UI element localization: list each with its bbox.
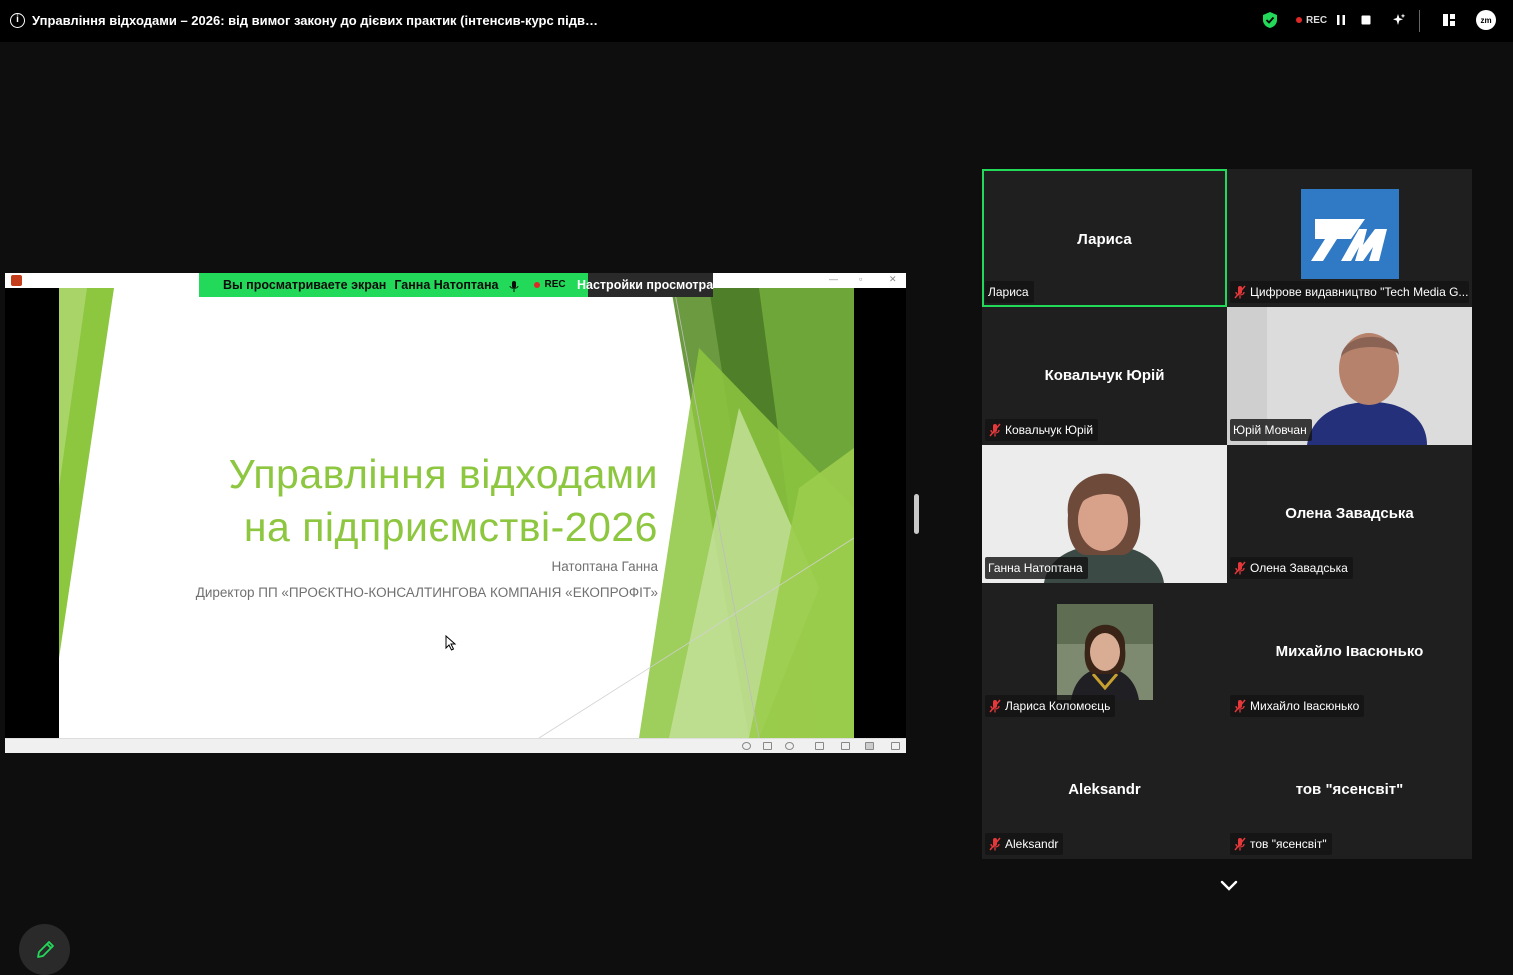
participant-name-label: Лариса Коломоєць: [985, 695, 1116, 717]
participant-name-label: тов "ясенсвіт": [1230, 833, 1332, 855]
viewing-screen-banner: Вы просматриваете экран Ганна Натоптана …: [199, 273, 713, 297]
participant-name-label: Ковальчук Юрій: [985, 419, 1099, 441]
participant-big-name: Михайло Івасюнько: [1275, 643, 1424, 660]
participant-name-label: Олена Завадська: [1230, 557, 1353, 579]
slide-author: Натоптана Ганна: [551, 559, 658, 574]
close-icon: ✕: [889, 274, 897, 284]
mic-muted-icon: [989, 837, 1001, 851]
presenter-name: Ганна Натоптана: [394, 278, 499, 292]
powerpoint-icon: [11, 275, 22, 286]
info-icon[interactable]: i: [10, 13, 25, 28]
minimize-icon: —: [829, 274, 838, 284]
slide-author-position: Директор ПП «ПРОЄКТНО-КОНСАЛТИНГОВА КОМП…: [195, 585, 658, 600]
banner-rec-label: REC: [544, 279, 566, 290]
shared-screen[interactable]: — ▫ ✕ Управління відходами на підприємст…: [5, 273, 906, 753]
participant-tile[interactable]: Ковальчук Юрій Ковальчук Юрій: [982, 307, 1227, 445]
viewing-screen-text: Вы просматриваете экран: [223, 278, 387, 292]
mic-muted-icon: [1234, 699, 1246, 713]
participant-tile[interactable]: Михайло Івасюнько Михайло Івасюнько: [1227, 583, 1472, 721]
participant-tile[interactable]: Цифрове видавництво "Tech Media G...: [1227, 169, 1472, 307]
participant-big-name: тов "ясенсвіт": [1295, 781, 1404, 798]
presenter-view-icon[interactable]: [891, 742, 900, 750]
participant-name: Aleksandr: [1005, 837, 1059, 851]
viewing-screen-info: Вы просматриваете экран Ганна Натоптана …: [199, 273, 588, 297]
toolbar-divider: [1419, 10, 1420, 32]
slide-title-line-2: на підприємстві-2026: [243, 504, 658, 550]
participant-big-name: Лариса: [1077, 231, 1132, 248]
participant-name-label: Лариса: [985, 281, 1034, 303]
reading-view-icon[interactable]: [865, 742, 874, 750]
powerpoint-statusbar: [5, 738, 906, 753]
sparkle-icon[interactable]: [1392, 10, 1406, 30]
participant-tile[interactable]: Ганна Натоптана: [982, 445, 1227, 583]
participant-name-label: Aleksandr: [985, 833, 1064, 855]
participant-avatar: [1057, 604, 1153, 700]
slide-title: Управління відходами на підприємстві-202…: [98, 448, 658, 554]
panel-resize-handle[interactable]: [914, 494, 919, 534]
participant-tile[interactable]: Юрій Мовчан: [1227, 307, 1472, 445]
accessibility-icon[interactable]: [742, 742, 751, 750]
annotate-button[interactable]: [19, 924, 70, 975]
participant-tile[interactable]: Лариса Коломоєць: [982, 583, 1227, 721]
participant-name: Лариса Коломоєць: [1005, 699, 1111, 713]
slideshow-icon[interactable]: [785, 742, 794, 750]
participant-name: Олена Завадська: [1250, 561, 1348, 575]
mic-icon: [509, 281, 519, 292]
pause-icon[interactable]: [1335, 10, 1347, 30]
participant-name-label: Юрій Мовчан: [1230, 419, 1312, 441]
participant-big-name: Aleksandr: [1068, 781, 1141, 798]
stop-icon[interactable]: [1360, 10, 1372, 30]
pencil-icon: [36, 940, 54, 958]
tech-media-logo: [1301, 189, 1399, 279]
layout-icon[interactable]: [1442, 10, 1456, 30]
zoom-logo-icon[interactable]: zm: [1476, 10, 1496, 30]
participant-name: Цифрове видавництво "Tech Media G...: [1250, 285, 1469, 299]
mic-muted-icon: [989, 699, 1001, 713]
rec-label: REC: [1306, 14, 1328, 26]
meeting-title: Управління відходами – 2026: від вимог з…: [32, 13, 602, 28]
participant-name: тов "ясенсвіт": [1250, 837, 1327, 851]
slide-title-line-1: Управління відходами: [228, 451, 658, 497]
participant-big-name: Ковальчук Юрій: [1044, 367, 1165, 384]
banner-rec-indicator: REC: [534, 279, 566, 290]
participant-name: Ковальчук Юрій: [1005, 423, 1094, 437]
sorter-view-icon[interactable]: [841, 742, 850, 750]
view-settings-button[interactable]: Настройки просмотра: [577, 273, 713, 297]
participant-tile[interactable]: Aleksandr Aleksandr: [982, 721, 1227, 859]
participant-name-label: Ганна Натоптана: [985, 557, 1088, 579]
participant-name: Юрій Мовчан: [1233, 423, 1307, 437]
restore-icon: ▫: [859, 274, 863, 284]
shield-check-icon[interactable]: [1262, 10, 1278, 30]
mic-muted-icon: [1234, 837, 1246, 851]
participant-name-label: Цифрове видавництво "Tech Media G...: [1230, 281, 1469, 303]
participant-big-name: Олена Завадська: [1285, 505, 1414, 522]
mic-muted-icon: [1234, 561, 1246, 575]
normal-view-icon[interactable]: [815, 742, 824, 750]
chevron-down-icon[interactable]: [1219, 880, 1239, 892]
participant-tile[interactable]: тов "ясенсвіт" тов "ясенсвіт": [1227, 721, 1472, 859]
mic-muted-icon: [989, 423, 1001, 437]
recording-indicator: REC: [1296, 10, 1327, 30]
participant-tile[interactable]: Лариса Лариса: [982, 169, 1227, 307]
notes-icon[interactable]: [763, 742, 772, 750]
zoom-logo-text: zm: [1476, 10, 1496, 30]
mouse-cursor-icon: [445, 635, 457, 651]
participant-name: Михайло Івасюнько: [1250, 699, 1360, 713]
meeting-topbar: i Управління відходами – 2026: від вимог…: [0, 0, 1513, 42]
presentation-slide: Управління відходами на підприємстві-202…: [59, 288, 854, 738]
participant-tile[interactable]: Олена Завадська Олена Завадська: [1227, 445, 1472, 583]
participant-name: Ганна Натоптана: [988, 561, 1083, 575]
participant-name: Лариса: [988, 285, 1029, 299]
mic-muted-icon: [1234, 285, 1246, 299]
participant-name-label: Михайло Івасюнько: [1230, 695, 1365, 717]
